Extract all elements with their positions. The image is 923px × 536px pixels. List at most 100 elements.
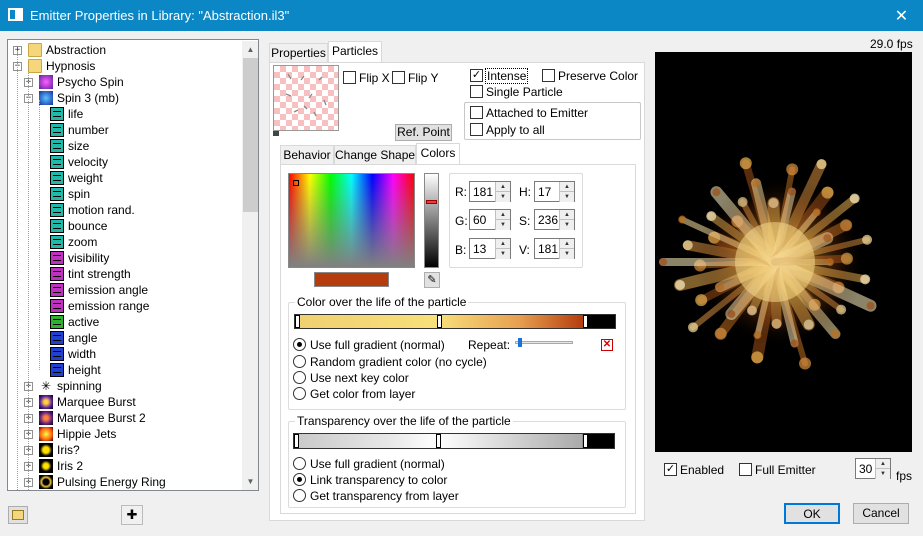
tree-item[interactable]: + Iris 2 (8, 458, 240, 474)
h-spinner[interactable]: 17 ▲ ▼ (534, 181, 575, 202)
gradient-key-handle[interactable] (294, 434, 299, 448)
tree-item[interactable]: + Marquee Burst (8, 394, 240, 410)
tree-item[interactable]: + Abstraction (8, 42, 240, 58)
tree-item[interactable]: angle (8, 330, 240, 346)
flip-x-checkbox[interactable] (343, 71, 356, 84)
tree-item[interactable]: tint strength (8, 266, 240, 282)
tree-item[interactable]: spin (8, 186, 240, 202)
g-spinner[interactable]: 60 ▲ ▼ (469, 209, 511, 230)
fps-spinner[interactable]: 30 ▲ ▼ (855, 458, 891, 479)
spin-up-icon[interactable]: ▲ (559, 182, 574, 192)
ok-button[interactable]: OK (784, 503, 840, 524)
ref-point-button[interactable]: Ref. Point (395, 124, 452, 141)
tab-properties[interactable]: Properties (269, 43, 328, 63)
spin-down-icon[interactable]: ▼ (559, 220, 574, 230)
t-use-full-gradient-radio[interactable] (293, 457, 306, 470)
value-slider[interactable] (424, 173, 439, 268)
tab-particles[interactable]: Particles (328, 41, 382, 63)
gradient-key-handle[interactable] (437, 315, 442, 328)
color-gradient-bar[interactable] (294, 314, 616, 329)
particle-shape-thumbnail[interactable] (273, 65, 339, 131)
gradient-key-handle[interactable] (295, 315, 300, 328)
tree-item[interactable]: life (8, 106, 240, 122)
spin-up-icon[interactable]: ▲ (559, 239, 574, 249)
color-from-layer-radio[interactable] (293, 387, 306, 400)
value-slider-thumb[interactable] (426, 200, 437, 204)
full-emitter-checkbox[interactable] (739, 463, 752, 476)
spin-down-icon[interactable]: ▼ (875, 469, 890, 479)
emitter-library-tree[interactable]: + Abstraction − Hypnosis + Psycho Spin − Spin 3… (7, 39, 259, 491)
tree-item[interactable]: active (8, 314, 240, 330)
scroll-up-arrow-icon[interactable]: ▲ (242, 41, 258, 58)
cancel-button[interactable]: Cancel (853, 503, 909, 524)
attached-to-emitter-checkbox[interactable] (470, 106, 483, 119)
spin-down-icon[interactable]: ▼ (559, 192, 574, 202)
emitter-preview[interactable] (655, 52, 912, 452)
spin-up-icon[interactable]: ▲ (559, 210, 574, 220)
link-transparency-radio[interactable] (293, 473, 306, 486)
gradient-key-handle[interactable] (436, 434, 441, 448)
r-spinner[interactable]: 181 ▲ ▼ (469, 181, 511, 202)
thumbnail-menu-icon[interactable] (273, 131, 279, 136)
tree-item[interactable]: size (8, 138, 240, 154)
tree-scrollbar[interactable]: ▲ ▼ (242, 41, 258, 490)
tab-behavior[interactable]: Behavior (280, 145, 334, 165)
tree-item[interactable]: + Psycho Spin (8, 74, 240, 90)
scroll-down-arrow-icon[interactable]: ▼ (242, 473, 258, 490)
spin-down-icon[interactable]: ▼ (495, 249, 510, 259)
close-button[interactable]: ✕ (880, 0, 923, 31)
tree-item[interactable]: + Iris? (8, 442, 240, 458)
preserve-color-checkbox[interactable] (542, 69, 555, 82)
tree-item[interactable]: + Marquee Burst 2 (8, 410, 240, 426)
spin-down-icon[interactable]: ▼ (495, 192, 510, 202)
next-key-color-radio[interactable] (293, 371, 306, 384)
hue-saturation-picker[interactable] (288, 173, 415, 268)
single-particle-checkbox[interactable] (470, 85, 483, 98)
tree-item[interactable]: − Spin 3 (mb) (8, 90, 240, 106)
tab-change-shape[interactable]: Change Shape (334, 145, 416, 165)
scroll-thumb[interactable] (243, 58, 258, 212)
spin-up-icon[interactable]: ▲ (875, 459, 890, 469)
tree-item[interactable]: velocity (8, 154, 240, 170)
tab-colors[interactable]: Colors (416, 143, 460, 165)
gradient-key-handle[interactable] (583, 434, 588, 448)
intense-checkbox[interactable]: ✓ (470, 69, 483, 82)
tree-item[interactable]: + ✳ spinning (8, 378, 240, 394)
spin-down-icon[interactable]: ▼ (495, 220, 510, 230)
tree-item[interactable]: motion rand. (8, 202, 240, 218)
tree-item[interactable]: height (8, 362, 240, 378)
repeat-slider[interactable] (515, 338, 573, 347)
tree-item[interactable]: + Hippie Jets (8, 426, 240, 442)
tree-item[interactable]: emission angle (8, 282, 240, 298)
tree-item[interactable]: width (8, 346, 240, 362)
enabled-checkbox[interactable]: ✓ (664, 463, 677, 476)
new-folder-button[interactable] (8, 506, 28, 524)
transparency-gradient-bar[interactable] (293, 433, 615, 449)
transparency-from-layer-radio[interactable] (293, 489, 306, 502)
spin-up-icon[interactable]: ▲ (495, 182, 510, 192)
spin-up-icon[interactable]: ▲ (495, 210, 510, 220)
eyedropper-button[interactable]: ✎ (424, 272, 440, 288)
picker-cursor[interactable] (293, 180, 299, 186)
tree-item[interactable]: zoom (8, 234, 240, 250)
spin-up-icon[interactable]: ▲ (495, 239, 510, 249)
tree-item[interactable]: emission range (8, 298, 240, 314)
b-spinner[interactable]: 13 ▲ ▼ (469, 238, 511, 259)
use-full-gradient-radio[interactable] (293, 338, 306, 351)
tree-item[interactable]: number (8, 122, 240, 138)
spin-down-icon[interactable]: ▼ (559, 249, 574, 259)
new-emitter-button[interactable]: ✚ (121, 505, 143, 525)
apply-to-all-checkbox[interactable] (470, 123, 483, 136)
tree-item[interactable]: bounce (8, 218, 240, 234)
s-spinner[interactable]: 236 ▲ ▼ (534, 209, 575, 230)
gradient-key-handle[interactable] (583, 315, 588, 328)
random-gradient-radio[interactable] (293, 355, 306, 368)
tree-item[interactable]: weight (8, 170, 240, 186)
tree-item[interactable]: − Hypnosis (8, 58, 240, 74)
flip-y-checkbox[interactable] (392, 71, 405, 84)
v-spinner[interactable]: 181 ▲ ▼ (534, 238, 575, 259)
repeat-slider-thumb[interactable] (518, 338, 522, 347)
remove-key-button[interactable]: ✕ (601, 339, 613, 351)
tree-item[interactable]: + Pulsing Energy Ring (8, 474, 240, 490)
tree-item[interactable]: visibility (8, 250, 240, 266)
